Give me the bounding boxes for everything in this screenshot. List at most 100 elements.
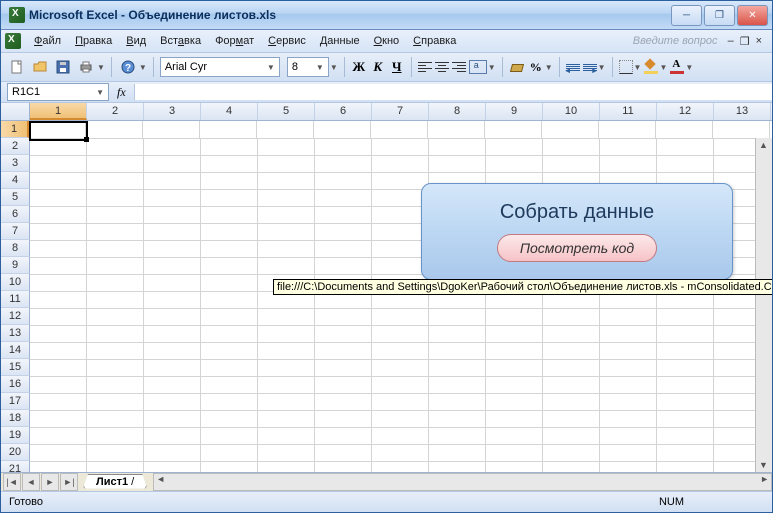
cell[interactable] xyxy=(144,410,201,428)
cell[interactable] xyxy=(315,410,372,428)
toolbar-dropdown-3[interactable]: ▼ xyxy=(330,63,338,72)
cell[interactable] xyxy=(87,308,144,326)
mdi-restore[interactable]: ❐ xyxy=(740,35,750,48)
cell[interactable] xyxy=(201,410,258,428)
row-header-6[interactable]: 6 xyxy=(1,206,30,223)
vertical-scrollbar[interactable] xyxy=(755,138,772,472)
column-header-10[interactable]: 10 xyxy=(543,103,600,120)
cell[interactable] xyxy=(30,444,87,462)
cell[interactable] xyxy=(201,274,258,292)
cell[interactable] xyxy=(600,342,657,360)
cell[interactable] xyxy=(429,359,486,377)
column-header-4[interactable]: 4 xyxy=(201,103,258,120)
cell[interactable] xyxy=(486,410,543,428)
cell[interactable] xyxy=(657,376,714,394)
cell[interactable] xyxy=(144,359,201,377)
cell[interactable] xyxy=(201,240,258,258)
cell[interactable] xyxy=(144,257,201,275)
cell[interactable] xyxy=(258,155,315,173)
row-header-8[interactable]: 8 xyxy=(1,240,30,257)
cell[interactable] xyxy=(429,427,486,445)
new-file-icon[interactable] xyxy=(7,57,27,77)
cell[interactable] xyxy=(543,325,600,343)
fill-color-icon[interactable] xyxy=(644,60,658,74)
column-header-5[interactable]: 5 xyxy=(258,103,315,120)
cell[interactable] xyxy=(201,172,258,190)
cell[interactable] xyxy=(30,223,87,241)
menu-help[interactable]: Справка xyxy=(406,33,463,49)
cell[interactable] xyxy=(30,155,87,173)
cell[interactable] xyxy=(543,155,600,173)
cell[interactable] xyxy=(429,376,486,394)
cell[interactable] xyxy=(315,155,372,173)
cell[interactable] xyxy=(486,427,543,445)
cell[interactable] xyxy=(144,138,201,156)
row-header-16[interactable]: 16 xyxy=(1,376,30,393)
cell[interactable] xyxy=(429,325,486,343)
cell[interactable] xyxy=(315,444,372,462)
cell[interactable] xyxy=(543,342,600,360)
column-header-6[interactable]: 6 xyxy=(315,103,372,120)
cell[interactable] xyxy=(372,325,429,343)
cell[interactable] xyxy=(315,138,372,156)
open-file-icon[interactable] xyxy=(30,57,50,77)
print-icon[interactable] xyxy=(76,57,96,77)
cell[interactable] xyxy=(201,291,258,309)
cell[interactable] xyxy=(30,427,87,445)
cell[interactable] xyxy=(315,189,372,207)
toolbar-dropdown-4[interactable]: ▼ xyxy=(488,63,496,72)
cell[interactable] xyxy=(30,359,87,377)
menu-tools[interactable]: Сервис xyxy=(261,33,313,49)
cell[interactable] xyxy=(144,393,201,411)
cell[interactable] xyxy=(30,325,87,343)
cell[interactable] xyxy=(486,342,543,360)
cell[interactable] xyxy=(372,461,429,472)
cell[interactable] xyxy=(315,376,372,394)
cell[interactable] xyxy=(201,206,258,224)
row-header-4[interactable]: 4 xyxy=(1,172,30,189)
cell[interactable] xyxy=(372,155,429,173)
cell[interactable] xyxy=(543,359,600,377)
row-header-11[interactable]: 11 xyxy=(1,291,30,308)
row-header-15[interactable]: 15 xyxy=(1,359,30,376)
grid-rows[interactable]: 123456789101112131415161718192021222324 … xyxy=(1,121,772,472)
close-button[interactable]: ✕ xyxy=(737,5,768,26)
row-header-17[interactable]: 17 xyxy=(1,393,30,410)
view-code-button[interactable]: Посмотреть код xyxy=(497,234,657,262)
cell[interactable] xyxy=(201,427,258,445)
cell[interactable] xyxy=(87,240,144,258)
row-header-3[interactable]: 3 xyxy=(1,155,30,172)
cell[interactable] xyxy=(372,410,429,428)
cell[interactable] xyxy=(429,444,486,462)
name-box[interactable]: R1C1▼ xyxy=(7,83,109,101)
font-size-selector[interactable]: 8▼ xyxy=(287,57,329,77)
row-header-1[interactable]: 1 xyxy=(1,121,29,138)
cell[interactable] xyxy=(30,461,87,472)
cell[interactable] xyxy=(543,461,600,472)
cell[interactable] xyxy=(315,172,372,190)
cell[interactable] xyxy=(258,359,315,377)
cell[interactable] xyxy=(144,291,201,309)
column-header-11[interactable]: 11 xyxy=(600,103,657,120)
cell[interactable] xyxy=(257,121,314,139)
percent-icon[interactable]: % xyxy=(528,60,544,75)
cell[interactable] xyxy=(30,257,87,275)
cell[interactable] xyxy=(429,461,486,472)
toolbar-dropdown-6[interactable]: ▼ xyxy=(598,63,606,72)
cell[interactable] xyxy=(657,393,714,411)
horizontal-scrollbar[interactable] xyxy=(153,473,772,491)
cell[interactable] xyxy=(87,410,144,428)
row-header-12[interactable]: 12 xyxy=(1,308,30,325)
cell[interactable] xyxy=(201,189,258,207)
cell[interactable] xyxy=(201,257,258,275)
align-center-icon[interactable] xyxy=(435,62,449,72)
row-header-10[interactable]: 10 xyxy=(1,274,30,291)
cell[interactable] xyxy=(600,308,657,326)
cell[interactable] xyxy=(87,376,144,394)
cell[interactable] xyxy=(372,342,429,360)
cell[interactable] xyxy=(30,410,87,428)
cell[interactable] xyxy=(543,138,600,156)
cell[interactable] xyxy=(542,121,599,139)
menu-format[interactable]: Формат xyxy=(208,33,261,49)
cell[interactable] xyxy=(144,342,201,360)
